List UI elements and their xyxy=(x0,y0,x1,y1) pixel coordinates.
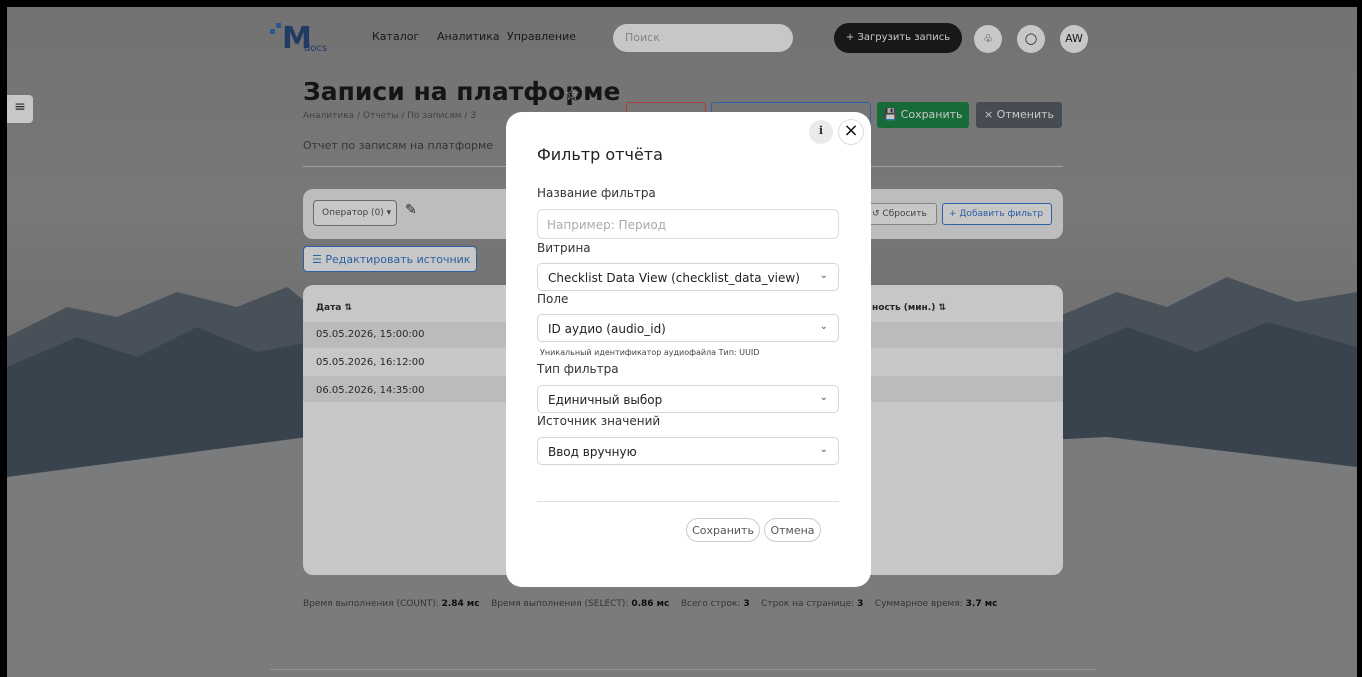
info-icon[interactable]: i xyxy=(809,120,833,144)
filter-type-label: Тип фильтра xyxy=(537,362,619,376)
value-source-label: Источник значений xyxy=(537,414,661,428)
filter-type-value: Единичный выбор xyxy=(548,393,663,407)
filter-name-input[interactable]: Например: Период xyxy=(537,209,839,239)
view-label: Витрина xyxy=(537,241,591,255)
close-icon[interactable]: × xyxy=(838,119,864,145)
filter-type-select[interactable]: Единичный выбор ⌄ xyxy=(537,385,839,413)
chevron-down-icon: ⌄ xyxy=(819,444,828,455)
view-value: Checklist Data View (checklist_data_view… xyxy=(548,271,800,285)
dialog-title: Фильтр отчёта xyxy=(537,145,663,164)
chevron-down-icon: ⌄ xyxy=(819,270,828,281)
dialog-divider xyxy=(537,501,839,502)
value-source-select[interactable]: Ввод вручную ⌄ xyxy=(537,437,839,465)
chevron-down-icon: ⌄ xyxy=(819,321,828,332)
value-source-value: Ввод вручную xyxy=(548,445,637,459)
field-label: Поле xyxy=(537,292,569,306)
view-select[interactable]: Checklist Data View (checklist_data_view… xyxy=(537,263,839,291)
chevron-down-icon: ⌄ xyxy=(819,392,828,403)
field-help-text: Уникальный идентификатор аудиофайла Тип:… xyxy=(540,348,760,357)
field-value: ID аудио (audio_id) xyxy=(548,322,666,336)
filter-name-label: Название фильтра xyxy=(537,186,656,200)
dialog-cancel-button[interactable]: Отмена xyxy=(764,518,821,542)
dialog-save-button[interactable]: Сохранить xyxy=(686,518,760,542)
field-select[interactable]: ID аудио (audio_id) ⌄ xyxy=(537,314,839,342)
